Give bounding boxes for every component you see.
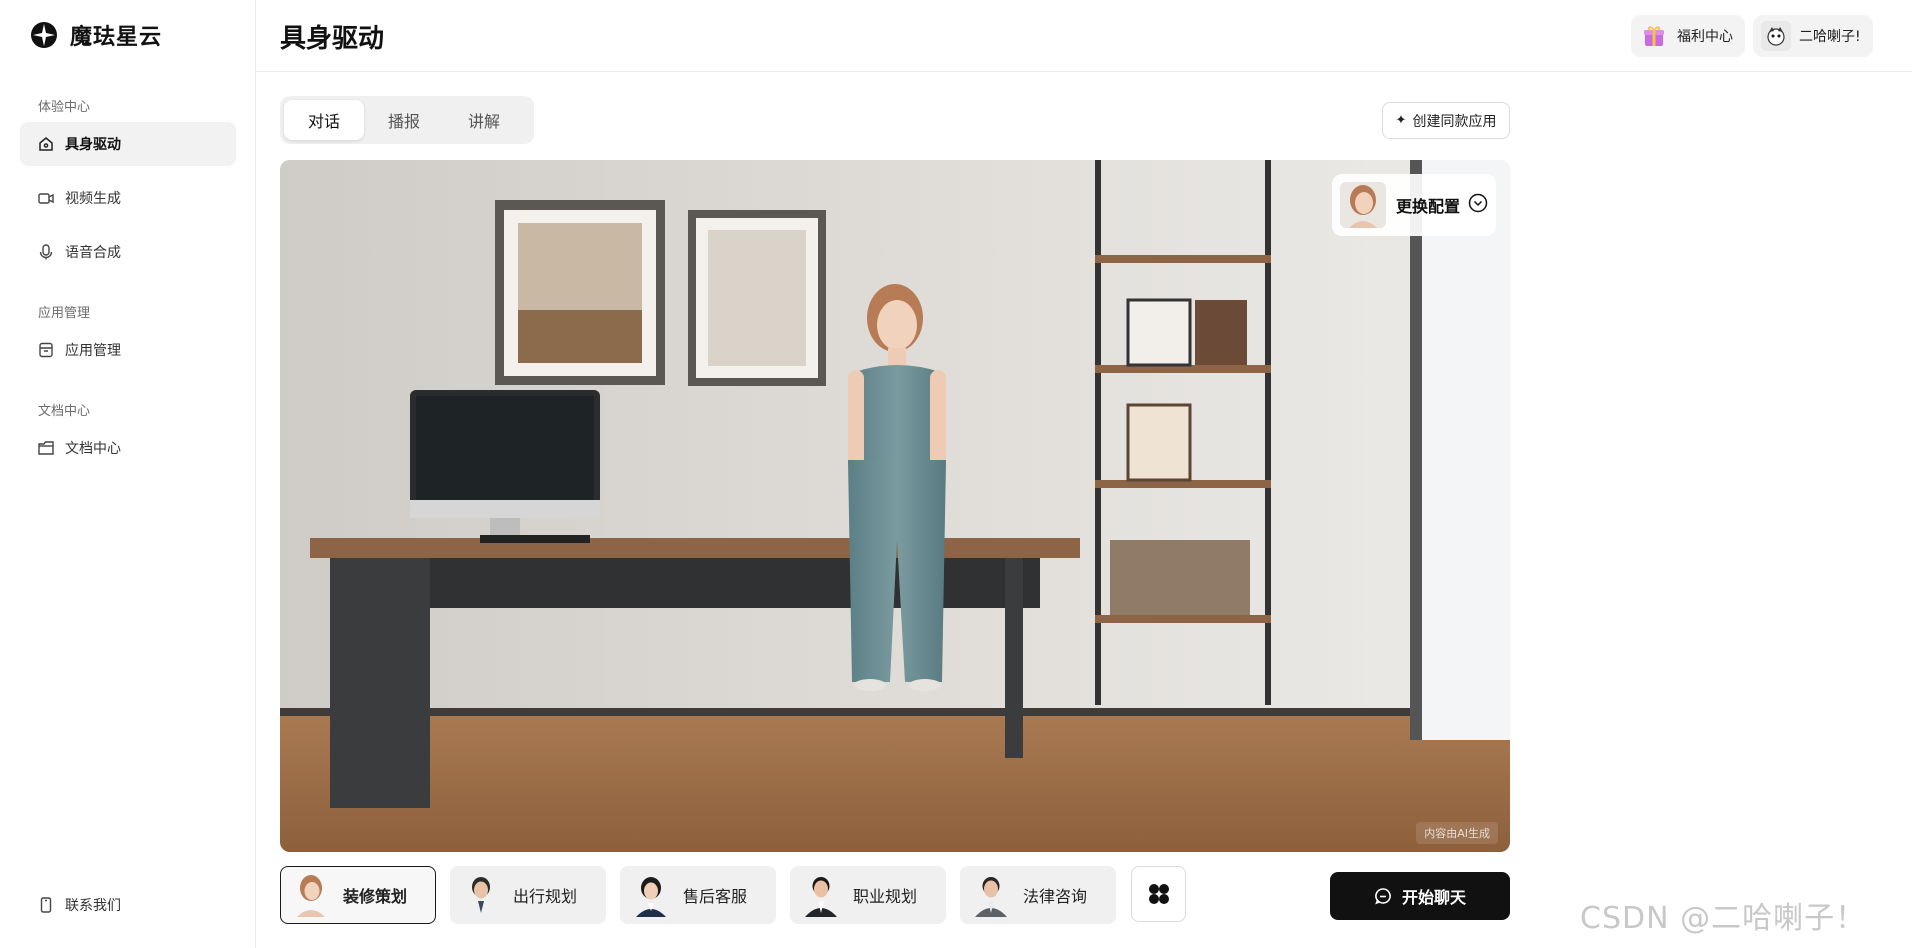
sidebar-item-label: 语音合成 <box>65 245 121 261</box>
user-menu-button[interactable]: 二哈喇子! <box>1753 15 1873 57</box>
video-icon <box>37 189 55 207</box>
create-same-app-label: 创建同款应用 <box>1412 113 1497 130</box>
scenario-card-career[interactable]: 职业规划 <box>790 866 946 924</box>
microphone-icon <box>37 243 55 261</box>
user-avatar <box>1761 21 1791 51</box>
create-same-app-button[interactable]: ✦ 创建同款应用 <box>1382 102 1510 139</box>
scenario-label: 职业规划 <box>853 887 918 906</box>
start-chat-button[interactable]: 开始聊天 <box>1330 872 1510 920</box>
sidebar-item-label: 视频生成 <box>65 191 121 207</box>
sidebar-item-label: 应用管理 <box>65 343 121 359</box>
csdn-watermark: CSDN @二哈喇子！ <box>1580 901 1867 936</box>
folder-icon <box>37 439 55 457</box>
scenario-avatar <box>629 873 673 917</box>
scenario-label: 装修策划 <box>343 887 408 906</box>
scenario-label: 售后客服 <box>683 887 748 906</box>
scenario-card-renovation[interactable]: 装修策划 <box>280 866 436 924</box>
welfare-center-button[interactable]: 福利中心 <box>1631 15 1745 57</box>
tab-dialogue[interactable]: 对话 <box>284 100 364 140</box>
tab-broadcast[interactable]: 播报 <box>364 100 444 140</box>
app-name: 魔珐星云 <box>70 25 163 50</box>
nav-group-title-experience: 体验中心 <box>38 100 91 115</box>
top-header: 具身驱动 福利中心 二哈喇子! <box>256 0 1912 72</box>
logo-icon <box>31 22 57 48</box>
start-chat-label: 开始聊天 <box>1401 888 1466 907</box>
avatar-stage: 更换配置 内容由AI生成 <box>280 160 1510 852</box>
sparkle-icon: ✦ <box>1395 113 1407 128</box>
scenario-card-legal[interactable]: 法律咨询 <box>960 866 1116 924</box>
box-icon <box>37 341 55 359</box>
ai-generated-notice: 内容由AI生成 <box>1416 822 1498 844</box>
app-logo[interactable]: 魔珐星云 <box>30 20 162 50</box>
chevron-down-circle-icon <box>1468 193 1488 217</box>
scenario-avatar <box>969 873 1013 917</box>
chat-bubble-icon <box>1374 887 1392 905</box>
home-icon <box>37 135 55 153</box>
scenario-card-travel[interactable]: 出行规划 <box>450 866 606 924</box>
sidebar-item-contact-us[interactable]: 联系我们 <box>20 883 236 927</box>
scenario-avatar <box>459 873 503 917</box>
sidebar: 魔珐星云 体验中心 具身驱动 视频生成 语音合成 应用管理 应用管理 文档中心 … <box>0 0 256 948</box>
sidebar-item-docs-center[interactable]: 文档中心 <box>20 426 236 470</box>
page-title: 具身驱动 <box>280 24 385 54</box>
phone-icon <box>37 896 55 914</box>
scenario-avatar <box>799 873 843 917</box>
more-scenarios-button[interactable] <box>1131 866 1186 922</box>
nav-group-title-app-management: 应用管理 <box>38 306 91 321</box>
sidebar-item-video-generation[interactable]: 视频生成 <box>20 176 236 220</box>
scenario-avatar <box>289 873 333 917</box>
sidebar-item-label: 文档中心 <box>65 441 121 457</box>
nav-group-title-docs: 文档中心 <box>38 404 91 419</box>
room-scene-image <box>280 160 1510 852</box>
scenario-label: 法律咨询 <box>1023 887 1088 906</box>
scenario-card-after-sales[interactable]: 售后客服 <box>620 866 776 924</box>
sidebar-item-embodied-drive[interactable]: 具身驱动 <box>20 122 236 166</box>
mode-tabs: 对话 播报 讲解 <box>280 96 534 144</box>
sidebar-item-label: 具身驱动 <box>65 137 121 153</box>
tab-explain[interactable]: 讲解 <box>444 100 524 140</box>
grid-icon <box>1148 884 1169 904</box>
gift-icon <box>1639 21 1669 51</box>
sidebar-item-app-management[interactable]: 应用管理 <box>20 328 236 372</box>
sidebar-item-speech-synthesis[interactable]: 语音合成 <box>20 230 236 274</box>
sidebar-item-label: 联系我们 <box>65 898 121 914</box>
config-avatar-thumb <box>1340 182 1386 228</box>
change-config-button[interactable]: 更换配置 <box>1332 174 1496 236</box>
welfare-center-label: 福利中心 <box>1677 29 1733 45</box>
user-name: 二哈喇子! <box>1799 29 1861 45</box>
scenario-label: 出行规划 <box>513 887 578 906</box>
change-config-label: 更换配置 <box>1396 197 1461 216</box>
